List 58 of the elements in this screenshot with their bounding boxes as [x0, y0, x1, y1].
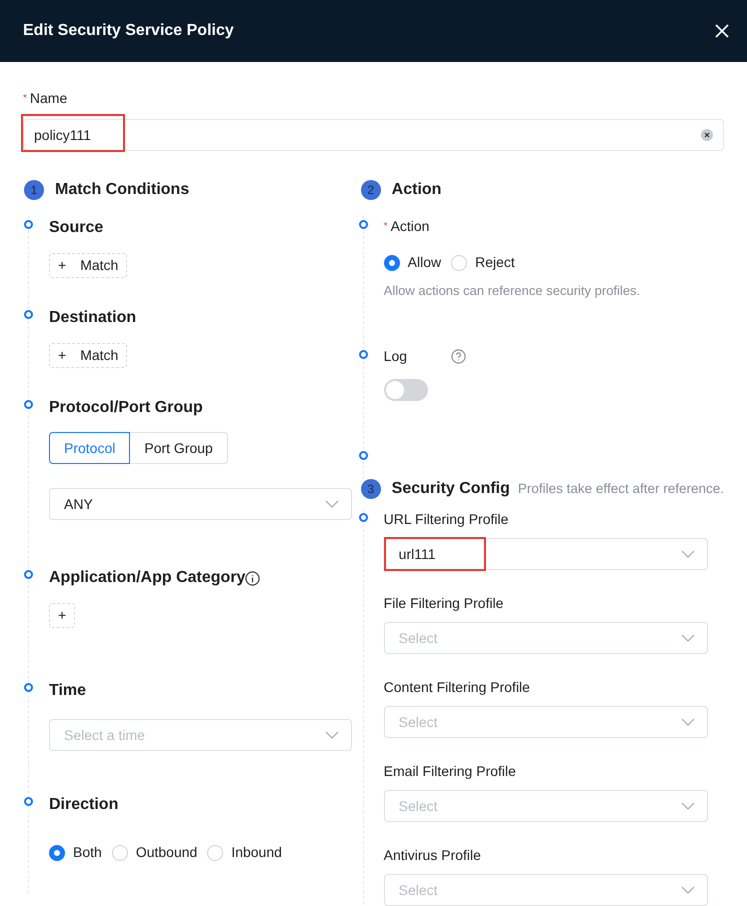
step-number: 2	[360, 180, 381, 200]
condition-label: Direction	[49, 795, 118, 815]
clear-icon[interactable]	[701, 129, 713, 141]
field-label: Action	[390, 217, 430, 236]
hint-text: Allow actions can reference security profiles.	[384, 282, 642, 300]
add-match-button[interactable]: +	[49, 603, 76, 628]
radio-button[interactable]	[384, 254, 400, 270]
condition-label: Application/App Category	[49, 568, 246, 588]
select-placeholder: Select	[398, 796, 438, 816]
field-label: File Filtering Profile	[384, 594, 504, 613]
radio-option[interactable]: Reject	[451, 252, 515, 273]
radio-button[interactable]	[49, 844, 65, 860]
segment-tab[interactable]: Port Group	[130, 432, 228, 464]
section-title: Security Config	[392, 479, 510, 499]
select-field[interactable]: ANY	[49, 488, 352, 520]
input-value: policy111	[34, 126, 92, 145]
field-label: Antivirus Profile	[384, 846, 482, 865]
radio-option[interactable]: Allow	[384, 252, 442, 273]
select-placeholder: Select	[398, 628, 438, 648]
condition-label: Protocol/Port Group	[49, 398, 203, 418]
field-label: Log	[384, 347, 408, 366]
chevron-down-icon	[680, 886, 695, 894]
step-number: 3	[360, 479, 381, 499]
radio-option[interactable]: Both	[49, 842, 102, 863]
dialog-title: Edit Security Service Policy	[23, 21, 234, 41]
add-match-button[interactable]: + Match	[49, 343, 128, 368]
select-value: url111	[398, 544, 436, 564]
field-label: Email Filtering Profile	[384, 762, 517, 781]
close-icon[interactable]	[715, 24, 729, 38]
step-number: 1	[24, 180, 44, 200]
required-asterisk: *	[384, 220, 388, 234]
add-match-button[interactable]: + Match	[49, 253, 128, 278]
select-field[interactable]: url111	[384, 538, 708, 570]
required-asterisk: *	[23, 92, 27, 106]
condition-label: Destination	[49, 308, 136, 328]
chevron-down-icon	[680, 634, 695, 642]
field-label: Name	[30, 89, 68, 108]
chevron-down-icon	[325, 500, 339, 508]
chevron-down-icon	[680, 802, 695, 810]
radio-option[interactable]: Inbound	[207, 842, 282, 863]
select-placeholder: Select a time	[64, 726, 145, 744]
radio-option[interactable]: Outbound	[112, 842, 198, 863]
chevron-down-icon	[680, 550, 695, 558]
chevron-down-icon	[325, 731, 339, 739]
segment-tab[interactable]: Protocol	[49, 432, 130, 464]
condition-label: Source	[49, 218, 104, 238]
condition-label: Time	[49, 681, 86, 701]
field-label: Content Filtering Profile	[384, 678, 531, 697]
select-value: ANY	[64, 494, 93, 514]
section-title: Action	[392, 180, 442, 200]
select-placeholder: Select	[398, 712, 438, 732]
section-title: Match Conditions	[55, 180, 190, 200]
log-switch[interactable]	[384, 379, 428, 401]
help-icon	[451, 349, 466, 364]
field-label: URL Filtering Profile	[384, 510, 510, 529]
section-note: Profiles take effect after reference.	[518, 480, 724, 498]
select-placeholder: Select	[398, 880, 438, 900]
chevron-down-icon	[680, 718, 695, 726]
